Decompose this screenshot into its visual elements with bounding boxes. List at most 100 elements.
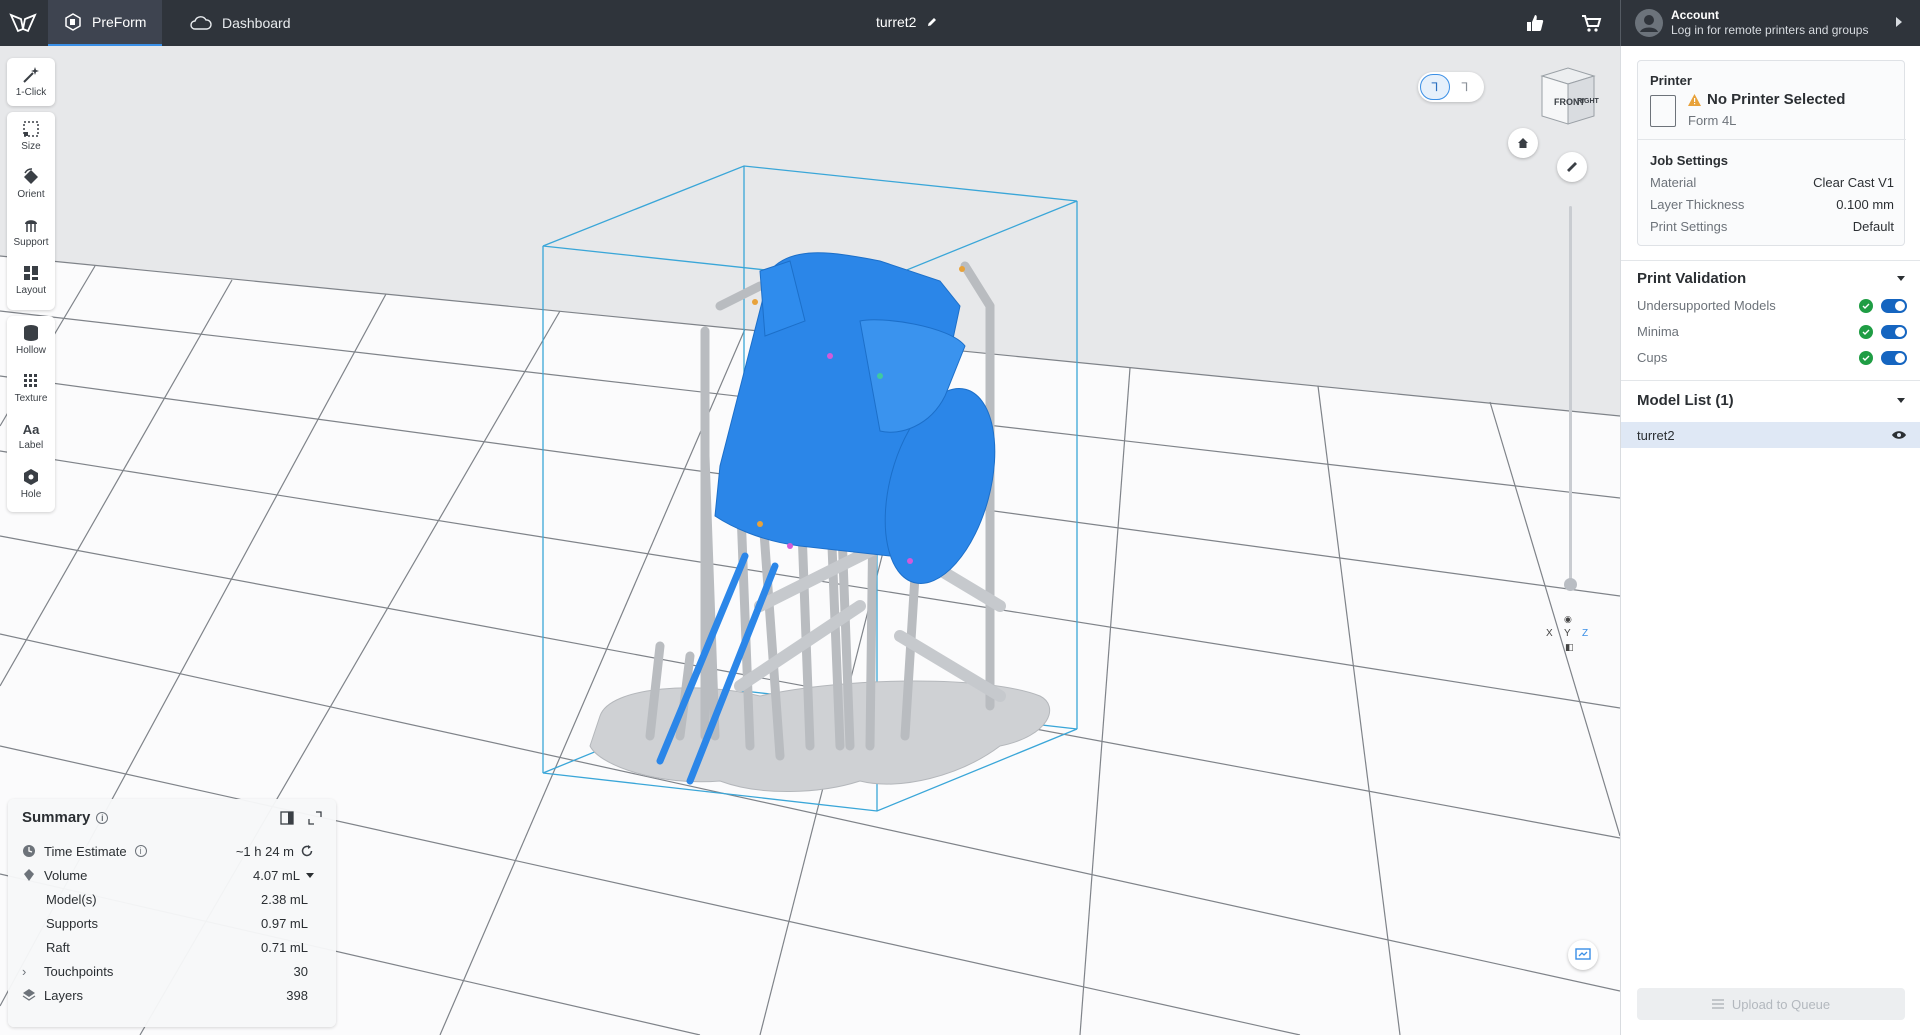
validation-label: Minima bbox=[1637, 324, 1679, 339]
pencil-edit-icon[interactable] bbox=[926, 16, 938, 28]
layer-thickness-row: Layer Thickness 0.100 mm bbox=[1650, 197, 1894, 212]
touchpoint-icon: › bbox=[22, 963, 27, 979]
validation-item: Minima bbox=[1637, 324, 1907, 339]
home-icon bbox=[1518, 138, 1528, 148]
tool-hollow[interactable]: Hollow bbox=[7, 316, 55, 364]
print-settings-row: Print Settings Default bbox=[1650, 219, 1894, 234]
supports-volume-row: Supports 0.97 mL bbox=[22, 913, 308, 933]
view-mode-supports-button[interactable]: ⅂ bbox=[1450, 74, 1480, 100]
caret-down-icon[interactable] bbox=[306, 872, 314, 878]
tool-size[interactable]: Size bbox=[7, 112, 55, 160]
printer-section-title: Printer bbox=[1650, 73, 1692, 88]
3d-viewport[interactable]: 1-Click Size Orient Support Layout Hollo… bbox=[0, 46, 1620, 1035]
summary-title: Summary i bbox=[22, 809, 109, 826]
support-view-icon: ⅂ bbox=[1461, 80, 1469, 94]
cups-toggle[interactable] bbox=[1881, 350, 1907, 365]
warning-icon bbox=[1688, 93, 1701, 106]
validation-item: Cups bbox=[1637, 350, 1907, 365]
material-label: Material bbox=[1650, 175, 1697, 190]
volume-value: 4.07 mL bbox=[253, 867, 300, 883]
tool-label: Hollow bbox=[15, 345, 46, 356]
layer-slider-track[interactable] bbox=[1569, 206, 1572, 586]
volume-label: Volume bbox=[44, 867, 88, 883]
eye-icon[interactable]: ◉ bbox=[1564, 614, 1572, 625]
measure-button[interactable] bbox=[1557, 152, 1587, 182]
axis-indicator: ◉ X Y Z ◧ bbox=[1538, 614, 1602, 654]
models-value: 2.38 mL bbox=[261, 891, 308, 907]
tool-layout[interactable]: Layout bbox=[7, 256, 55, 304]
tool-1-click[interactable]: 1-Click bbox=[7, 58, 55, 106]
refresh-icon[interactable] bbox=[300, 844, 314, 858]
support-view-icon: ⅂ bbox=[1431, 80, 1439, 94]
minima-toggle[interactable] bbox=[1881, 324, 1907, 339]
tool-label: Size bbox=[21, 141, 41, 152]
raft-label: Raft bbox=[46, 939, 70, 955]
top-bar: PreForm Dashboard turret2 Account Log in… bbox=[0, 0, 1920, 46]
feedback-button[interactable] bbox=[1568, 940, 1598, 970]
tab-preform-label: PreForm bbox=[92, 14, 147, 30]
clock-icon bbox=[23, 845, 35, 857]
layer-slider-handle[interactable] bbox=[1564, 578, 1577, 591]
raft-value: 0.71 mL bbox=[261, 939, 308, 955]
orient-icon bbox=[24, 168, 38, 184]
summary-panel: Summary i Time Estimate i ~1 h 24 m Volum… bbox=[8, 799, 336, 1027]
validation-item: Undersupported Models bbox=[1637, 298, 1907, 313]
magic-wand-icon bbox=[23, 67, 39, 83]
tab-dashboard[interactable]: Dashboard bbox=[174, 0, 307, 46]
tool-support[interactable]: Support bbox=[7, 208, 55, 256]
right-panel: Printer No Printer Selected Form 4L Job … bbox=[1620, 46, 1920, 1035]
printer-job-card[interactable]: Printer No Printer Selected Form 4L Job … bbox=[1637, 60, 1906, 246]
tool-label[interactable]: Aa Label bbox=[7, 412, 55, 460]
tool-texture[interactable]: Texture bbox=[7, 364, 55, 412]
account-menu[interactable]: Account Log in for remote printers and g… bbox=[1620, 0, 1920, 46]
time-value: ~1 h 24 m bbox=[235, 843, 294, 859]
section-divider bbox=[1621, 380, 1920, 381]
info-icon[interactable]: i bbox=[96, 811, 109, 824]
formlabs-logo-icon[interactable] bbox=[8, 9, 38, 37]
home-view-button[interactable] bbox=[1508, 128, 1538, 158]
volume-row[interactable]: Volume 4.07 mL bbox=[22, 865, 314, 885]
dock-panel-icon[interactable] bbox=[280, 811, 294, 825]
tool-orient[interactable]: Orient bbox=[7, 160, 55, 208]
expand-icon[interactable] bbox=[308, 811, 322, 825]
caret-down-icon[interactable] bbox=[1897, 276, 1905, 281]
models-label: Model(s) bbox=[46, 891, 97, 907]
time-label: Time Estimate bbox=[44, 843, 127, 859]
job-settings-title: Job Settings bbox=[1650, 153, 1729, 168]
undersupported-toggle[interactable] bbox=[1881, 298, 1907, 313]
plane-icon[interactable]: ◧ bbox=[1565, 642, 1574, 653]
feedback-chart-icon bbox=[1575, 948, 1591, 960]
tab-preform[interactable]: PreForm bbox=[48, 0, 163, 46]
printer-status-text: No Printer Selected bbox=[1707, 91, 1846, 108]
models-volume-row: Model(s) 2.38 mL bbox=[22, 889, 308, 909]
view-cube[interactable]: FRONT RIGHT bbox=[1532, 58, 1604, 130]
eye-icon[interactable] bbox=[1891, 430, 1907, 440]
file-title[interactable]: turret2 bbox=[876, 14, 938, 30]
tool-label: Texture bbox=[14, 393, 48, 404]
thumbs-up-icon[interactable] bbox=[1524, 12, 1546, 34]
account-subtitle: Log in for remote printers and groups bbox=[1671, 23, 1869, 37]
print-settings-value: Default bbox=[1852, 219, 1894, 234]
layout-grid-icon bbox=[24, 266, 38, 280]
supports-value: 0.97 mL bbox=[261, 915, 308, 931]
tool-label: 1-Click bbox=[15, 87, 47, 98]
model-list-header[interactable]: Model List (1) bbox=[1637, 392, 1905, 409]
hollow-cylinder-icon bbox=[24, 325, 38, 341]
view-mode-toggle: ⅂ ⅂ bbox=[1418, 72, 1484, 102]
upload-to-queue-button[interactable]: Upload to Queue bbox=[1637, 988, 1905, 1020]
tool-group-prepare: Size Orient Support Layout bbox=[7, 112, 55, 310]
cart-icon[interactable] bbox=[1580, 12, 1602, 34]
print-validation-header[interactable]: Print Validation bbox=[1637, 270, 1905, 287]
model-list-item[interactable]: turret2 bbox=[1621, 422, 1920, 448]
info-icon[interactable]: i bbox=[134, 845, 147, 857]
layers-row: Layers 398 bbox=[22, 985, 308, 1005]
tool-hole[interactable]: Hole bbox=[7, 460, 55, 508]
card-divider bbox=[1638, 139, 1906, 140]
material-row: Material Clear Cast V1 bbox=[1650, 175, 1894, 190]
hole-cube-icon bbox=[24, 469, 38, 485]
model-name: turret2 bbox=[1637, 427, 1675, 443]
touchpoints-label: Touchpoints bbox=[44, 963, 114, 979]
view-mode-solid-button[interactable]: ⅂ bbox=[1420, 74, 1450, 100]
axis-z-label: Z bbox=[1582, 628, 1589, 639]
caret-down-icon[interactable] bbox=[1897, 398, 1905, 403]
